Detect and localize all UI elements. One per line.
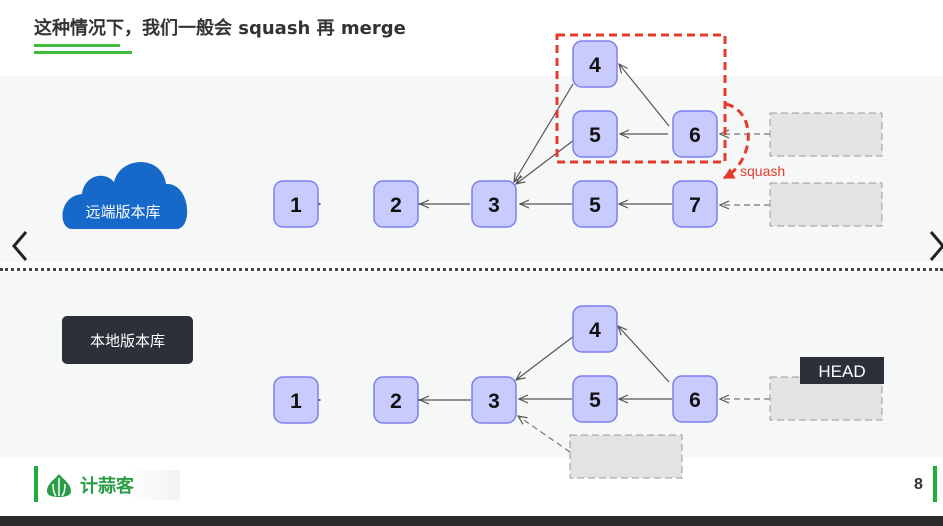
- garlic-logo-icon: [47, 474, 71, 497]
- commit-node: 1: [273, 376, 319, 424]
- commit-label: 3: [488, 390, 500, 413]
- branch-pointer-placeholder: [769, 182, 883, 227]
- commit-node: 4: [572, 40, 618, 88]
- commit-node: 5: [572, 375, 618, 423]
- commit-edge: [619, 64, 670, 127]
- head-label: HEAD: [800, 357, 884, 384]
- footer-accent-bar: [933, 466, 937, 502]
- branch-pointer-placeholder: [569, 434, 683, 479]
- commit-label: 6: [689, 389, 701, 412]
- brand-logo-text: 计蒜客: [80, 476, 134, 497]
- commit-label: 2: [390, 390, 402, 413]
- commit-label: 3: [488, 194, 500, 217]
- footer-accent-bar: [34, 466, 38, 502]
- commit-edge: [516, 139, 575, 184]
- commit-node: 3: [471, 180, 517, 228]
- commit-node: 4: [572, 305, 618, 353]
- local-repo-label: 本地版本库: [62, 316, 193, 364]
- commit-label: 1: [290, 194, 302, 217]
- remote-repo-label: 远端版本库: [85, 203, 160, 221]
- commit-edge: [516, 335, 575, 380]
- git-history-diagram: 远端版本库 squash 1 2 3 5 7 4 5 6 HEAD 1 2 3 …: [62, 33, 884, 479]
- commit-edge: [618, 326, 670, 383]
- commit-label: 2: [390, 194, 402, 217]
- commit-node: 6: [672, 375, 718, 423]
- commit-label: 5: [589, 124, 601, 147]
- brand-logo: 计蒜客: [44, 470, 180, 500]
- commit-label: 4: [589, 54, 601, 77]
- commit-node: 6: [672, 110, 718, 158]
- remote-repo-cloud: 远端版本库: [62, 162, 188, 229]
- commit-label: 6: [689, 124, 701, 147]
- page-number: 8: [914, 476, 923, 493]
- commit-node: 2: [373, 180, 419, 228]
- branch-pointer-placeholder: [769, 112, 883, 157]
- squash-label: squash: [740, 163, 785, 179]
- commit-node: 2: [373, 376, 419, 424]
- commit-node: 5: [572, 180, 618, 228]
- commit-node: 7: [672, 180, 718, 228]
- commit-label: 5: [589, 194, 601, 217]
- commit-node: 3: [471, 376, 517, 424]
- commit-node: 1: [273, 180, 319, 228]
- commit-label: 1: [290, 390, 302, 413]
- head-label-text: HEAD: [818, 362, 865, 381]
- pointer-edge: [518, 416, 571, 453]
- commit-label: 5: [589, 389, 601, 412]
- commit-edge: [514, 83, 574, 182]
- bottom-strip: [0, 516, 943, 526]
- commit-node: 5: [572, 110, 618, 158]
- commit-label: 4: [589, 319, 601, 342]
- commit-label: 7: [689, 194, 701, 217]
